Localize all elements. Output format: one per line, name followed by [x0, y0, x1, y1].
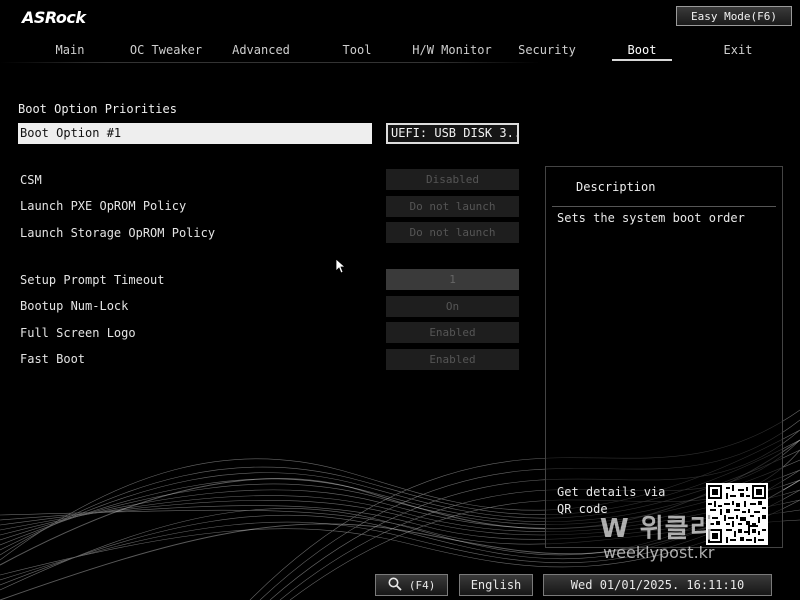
tab-main[interactable]: Main — [40, 40, 100, 62]
pxe-oprom-label[interactable]: Launch PXE OpROM Policy — [20, 199, 186, 213]
fast-boot-label[interactable]: Fast Boot — [20, 352, 85, 366]
setup-prompt-timeout-value[interactable]: 1 — [386, 269, 519, 290]
boot-option-1-value[interactable]: UEFI: USB DISK 3... — [386, 123, 519, 144]
search-button[interactable]: (F4) — [375, 574, 448, 596]
description-text: Sets the system boot order — [557, 211, 745, 225]
qr-code-icon — [708, 485, 766, 543]
search-icon — [388, 577, 402, 591]
tab-tool[interactable]: Tool — [327, 40, 387, 62]
csm-value[interactable]: Disabled — [386, 169, 519, 190]
qr-code — [706, 483, 768, 545]
storage-oprom-value[interactable]: Do not launch — [386, 222, 519, 243]
tab-exit[interactable]: Exit — [708, 40, 768, 62]
language-button[interactable]: English — [459, 574, 533, 596]
fast-boot-value[interactable]: Enabled — [386, 349, 519, 370]
pxe-oprom-value[interactable]: Do not launch — [386, 196, 519, 217]
watermark-main: W 위클리 — [600, 514, 715, 544]
description-panel: Description Sets the system boot order G… — [545, 166, 783, 548]
main-tabs: Main OC Tweaker Advanced Tool H/W Monito… — [0, 40, 800, 64]
tab-security[interactable]: Security — [512, 40, 582, 62]
section-title: Boot Option Priorities — [18, 102, 177, 116]
tab-boot[interactable]: Boot — [602, 40, 682, 62]
storage-oprom-label[interactable]: Launch Storage OpROM Policy — [20, 226, 215, 240]
description-title: Description — [576, 180, 656, 194]
bootup-numlock-label[interactable]: Bootup Num-Lock — [20, 299, 128, 313]
tab-oc-tweaker[interactable]: OC Tweaker — [125, 40, 207, 62]
boot-option-1-label: Boot Option #1 — [20, 126, 122, 140]
description-divider — [552, 206, 776, 207]
watermark: W 위클리 weeklypost.kr — [600, 508, 715, 562]
mouse-pointer-icon — [335, 258, 345, 274]
tab-hw-monitor[interactable]: H/W Monitor — [407, 40, 497, 62]
active-tab-indicator — [612, 59, 672, 61]
easy-mode-button[interactable]: Easy Mode(F6) — [676, 6, 792, 26]
tab-advanced[interactable]: Advanced — [223, 40, 299, 62]
full-screen-logo-label[interactable]: Full Screen Logo — [20, 326, 136, 340]
asrock-logo: ASRock — [22, 8, 86, 27]
full-screen-logo-value[interactable]: Enabled — [386, 322, 519, 343]
datetime-display: Wed 01/01/2025. 16:11:10 — [543, 574, 772, 596]
search-key-label: (F4) — [408, 579, 436, 592]
watermark-url: weeklypost.kr — [603, 543, 715, 562]
bootup-numlock-value[interactable]: On — [386, 296, 519, 317]
setup-prompt-timeout-label[interactable]: Setup Prompt Timeout — [20, 273, 165, 287]
csm-label[interactable]: CSM — [20, 173, 42, 187]
tab-divider — [0, 62, 540, 63]
boot-option-1-row[interactable]: Boot Option #1 — [18, 123, 372, 144]
